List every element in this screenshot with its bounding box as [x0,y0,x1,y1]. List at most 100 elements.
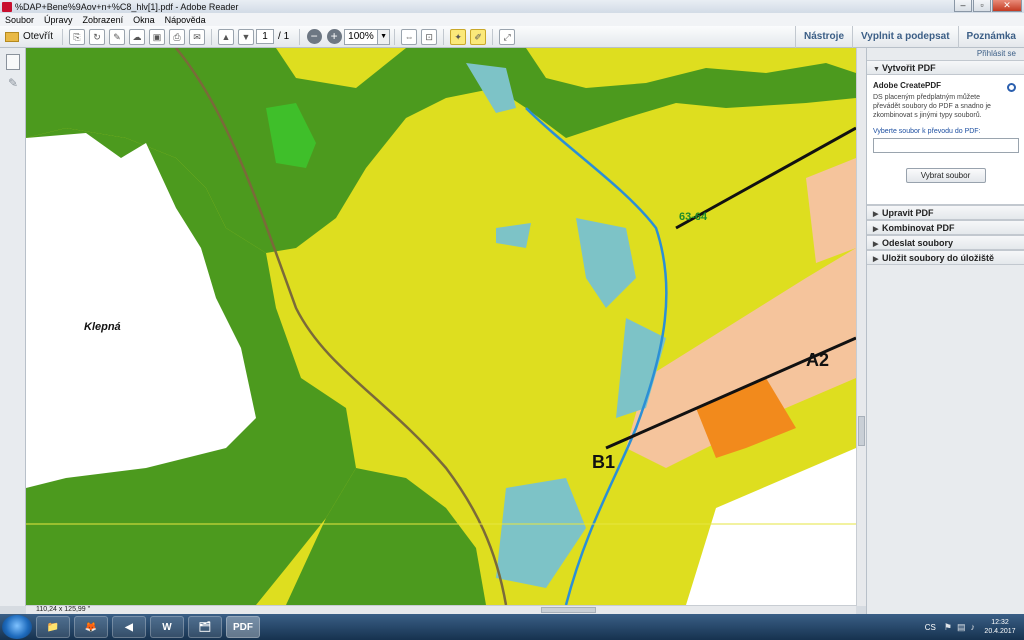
toolbar-separator [394,28,396,45]
window-title: %DAP+Bene%9Aov+n+%C8_hlv[1].pdf - Adobe … [15,1,239,12]
sign-in-link[interactable]: Přihlásit se [867,48,1024,60]
zoom-dropdown[interactable]: ▼ [378,28,391,45]
clock[interactable]: 12:32 20.4.2017 [980,618,1020,636]
section-store-files[interactable]: ▶ Uložit soubory do úložiště [867,250,1024,265]
language-indicator[interactable]: CS [925,623,936,632]
tools-panel: Přihlásit se ▼ Vytvořit PDF Adobe CreateP… [866,48,1024,615]
vertical-scroll-thumb[interactable] [858,416,865,446]
zone-label-63-64: 63-64 [679,211,708,223]
taskbar-adobe-reader[interactable]: PDF [226,616,260,638]
zoom-level-input[interactable]: 100% [344,28,379,45]
zoning-map: Klepná B1 A2 63-64 [26,48,856,605]
menu-napoveda[interactable]: Nápověda [160,15,211,25]
menu-soubor[interactable]: Soubor [0,15,39,25]
print-button[interactable]: ⎙ [168,28,186,46]
expand-button[interactable]: ⤢ [498,28,516,46]
menu-upravy[interactable]: Úpravy [39,15,78,25]
zone-label-b1: B1 [592,452,615,472]
section-send-files-label: Odeslat soubory [882,238,954,248]
convert-button[interactable]: ↻ [88,28,106,46]
comment-button[interactable]: ✦ [449,28,467,46]
taskbar: 📁 🦊 ◀ W 🗂 PDF CS ⚑ ▤ ♪ 12:32 20.4.2017 [0,614,1024,640]
createpdf-title: Adobe CreatePDF [873,81,942,90]
section-send-files[interactable]: ▶ Odeslat soubory [867,235,1024,250]
main-toolbar: Otevřít ⎘ ↻ ✎ ☁ ▣ ⎙ ✉ ▲ ▼ 1 / 1 − + 100%… [0,26,1024,48]
fit-width-button[interactable]: ⇔ [400,28,418,46]
close-button[interactable]: ✕ [992,0,1022,12]
taskbar-folder[interactable]: 🗂 [188,616,222,638]
speech-bubble-icon: ✦ [450,28,467,45]
volume-icon[interactable]: ♪ [971,622,976,632]
section-edit-pdf[interactable]: ▶ Upravit PDF [867,205,1024,220]
arrow-up-icon: ▲ [218,28,235,45]
taskbar-explorer[interactable]: 📁 [36,616,70,638]
taskbar-word[interactable]: W [150,616,184,638]
vertical-scrollbar[interactable] [856,48,866,606]
createpdf-logo-icon [1007,83,1016,92]
taskbar-firefox[interactable]: 🦊 [74,616,108,638]
next-page-button[interactable]: ▼ [237,28,255,46]
maximize-button[interactable]: ▫ [973,0,991,12]
plus-icon: + [326,29,342,44]
folder-icon [5,31,19,42]
section-create-pdf[interactable]: ▼ Vytvořit PDF [867,60,1024,75]
tab-tools[interactable]: Nástroje [794,26,852,48]
save-button[interactable]: ▣ [148,28,166,46]
horizontal-scrollbar[interactable] [26,605,856,614]
document-view[interactable]: Klepná B1 A2 63-64 [26,48,856,605]
create-pdf-icon: ⎘ [69,28,86,45]
tab-fill-sign[interactable]: Vyplnit a podepsat [852,26,958,48]
zone-label-a2: A2 [806,350,829,370]
toolbar-separator [211,28,213,45]
flag-icon[interactable]: ⚑ [944,622,952,633]
minimize-button[interactable]: – [954,0,972,12]
highlighter-icon: ✐ [470,28,487,45]
horizontal-scroll-thumb[interactable] [541,607,596,613]
start-button[interactable] [2,615,32,639]
expand-icon: ⤢ [499,28,516,45]
page-total: / 1 [278,31,290,42]
select-file-label: Vyberte soubor k převodu do PDF: [873,128,981,135]
email-icon: ✉ [189,28,206,45]
zoom-in-button[interactable]: + [325,28,343,46]
page-number-input[interactable]: 1 [256,29,275,44]
open-label: Otevřít [23,31,54,42]
fit-page-button[interactable]: ⊡ [420,28,438,46]
zoom-out-button[interactable]: − [305,28,323,46]
page-dimensions: 110,24 x 125,99 " [36,606,91,613]
network-icon[interactable]: ▤ [957,622,966,633]
toolbar-separator [443,28,445,45]
prev-page-button[interactable]: ▲ [217,28,235,46]
open-button[interactable]: Otevřít [1,28,57,46]
system-tray: CS ⚑ ▤ ♪ 12:32 20.4.2017 [925,614,1024,640]
pages-icon[interactable] [6,54,20,70]
adobe-reader-icon [2,1,12,12]
toolbar-right-tabs: Nástroje Vyplnit a podepsat Poznámka [794,26,1024,48]
menu-okna[interactable]: Okna [128,15,160,25]
createpdf-description: DS placeným předplatným můžete převádět … [873,94,991,119]
highlight-button[interactable]: ✐ [469,28,487,46]
file-path-field[interactable] [873,138,1019,153]
select-file-button[interactable]: Vybrat soubor [905,168,986,183]
minus-icon: − [306,29,322,44]
chevron-right-icon: ▶ [873,241,879,248]
left-navigation-pane: ✎ [0,48,26,606]
arrow-down-icon: ▼ [238,28,255,45]
cloud-icon: ☁ [129,28,146,45]
tab-comment[interactable]: Poznámka [957,26,1024,48]
fit-page-icon: ⊡ [421,28,438,45]
section-store-files-label: Uložit soubory do úložiště [882,253,994,263]
fit-width-icon: ⇔ [401,28,418,45]
edit-button[interactable]: ✎ [108,28,126,46]
toolbar-separator [299,28,301,45]
create-pdf-button[interactable]: ⎘ [68,28,86,46]
cloud-button[interactable]: ☁ [128,28,146,46]
taskbar-media[interactable]: ◀ [112,616,146,638]
save-icon: ▣ [149,28,166,45]
email-button[interactable]: ✉ [188,28,206,46]
menu-zobrazeni[interactable]: Zobrazení [78,15,129,25]
section-edit-pdf-label: Upravit PDF [882,208,934,218]
chevron-right-icon: ▶ [873,226,879,233]
attachment-icon[interactable]: ✎ [6,76,20,92]
section-combine-pdf[interactable]: ▶ Kombinovat PDF [867,220,1024,235]
